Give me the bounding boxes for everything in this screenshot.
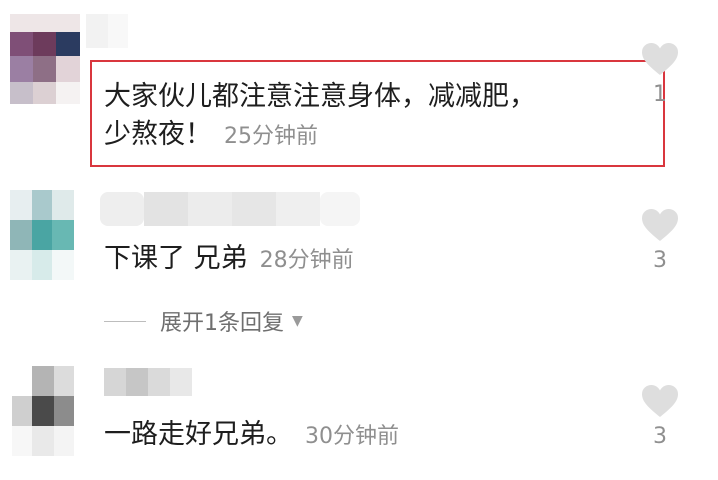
comment-text-line: 下课了 兄弟 xyxy=(104,243,248,274)
username-blurred[interactable] xyxy=(104,368,192,396)
like-count: 3 xyxy=(653,424,667,449)
expand-replies-label: 展开1条回复 xyxy=(160,311,284,336)
comment-timestamp: 30分钟前 xyxy=(305,424,399,449)
username-blurred[interactable] xyxy=(100,192,360,226)
like-button[interactable]: 3 xyxy=(640,384,680,449)
comment-text: 下课了 兄弟 28分钟前 xyxy=(104,240,354,280)
heart-icon xyxy=(642,209,678,241)
like-button[interactable]: 1 xyxy=(640,42,680,107)
avatar[interactable] xyxy=(10,190,74,280)
triangle-down-icon: ▼ xyxy=(292,313,303,329)
comment-timestamp: 28分钟前 xyxy=(259,248,354,273)
comment-text-line: 一路走好兄弟。 xyxy=(104,419,293,450)
heart-icon xyxy=(642,385,678,417)
avatar[interactable] xyxy=(12,366,74,456)
heart-icon xyxy=(642,43,678,75)
expand-replies-button[interactable]: 展开1条回复 ▼ xyxy=(104,304,303,338)
comment-text-line: 大家伙儿都注意注意身体，减减肥， xyxy=(104,81,536,112)
comment-text: 大家伙儿都注意注意身体，减减肥， xyxy=(104,78,536,116)
username-blurred[interactable] xyxy=(86,14,136,48)
avatar[interactable] xyxy=(10,14,80,104)
like-count: 1 xyxy=(653,82,667,107)
comment-text: 一路走好兄弟。 30分钟前 xyxy=(104,416,399,456)
comment-text: 少熬夜！ 25分钟前 xyxy=(104,116,318,156)
like-button[interactable]: 3 xyxy=(640,208,680,273)
divider-line xyxy=(104,320,146,322)
comment-text-line: 少熬夜！ xyxy=(104,119,212,150)
comment-timestamp: 25分钟前 xyxy=(224,124,318,149)
like-count: 3 xyxy=(653,248,667,273)
